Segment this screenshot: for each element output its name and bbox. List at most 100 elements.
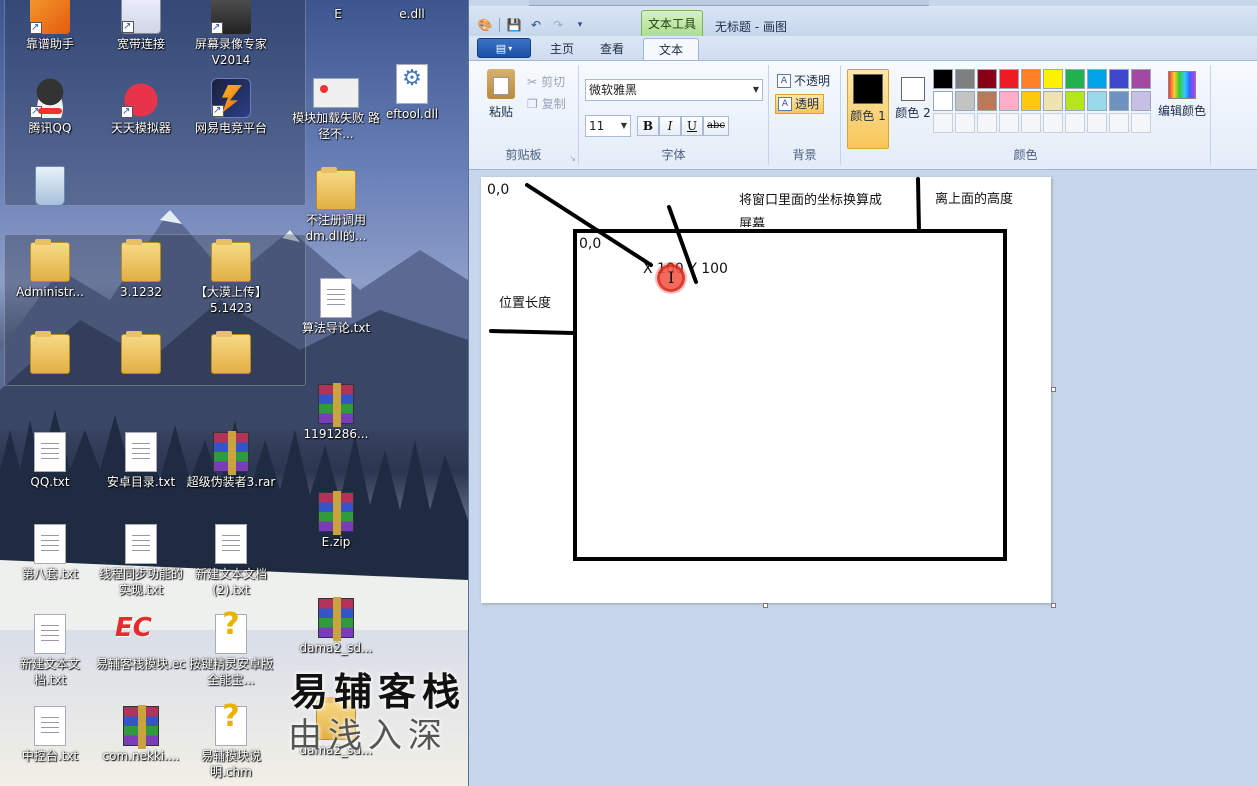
color-1-button[interactable]: 颜色 1 (847, 69, 889, 149)
palette-swatch[interactable] (1043, 69, 1063, 89)
redo-icon[interactable]: ↷ (550, 17, 566, 33)
palette-custom-slot[interactable] (977, 113, 997, 133)
strikethrough-button[interactable]: abc (703, 116, 729, 136)
palette-custom-slot[interactable] (1087, 113, 1107, 133)
desktop-icon-module-help-chm[interactable]: 易辅模块说明.chm (185, 706, 277, 780)
android-emulator-icon (121, 78, 161, 120)
palette-custom-slot[interactable] (999, 113, 1019, 133)
desktop-icon-e-dll[interactable]: e.dll (366, 0, 458, 22)
palette-swatch[interactable] (955, 91, 975, 111)
palette-custom-slot[interactable] (1043, 113, 1063, 133)
desktop-icon-broadband[interactable]: 宽带连接 (95, 0, 187, 52)
desktop-icon-screen-recorder[interactable]: 屏幕录像专家V2014 (185, 0, 277, 68)
palette-swatch[interactable] (1087, 91, 1107, 111)
desktop-icon-folder-b[interactable] (95, 331, 187, 376)
palette-swatch[interactable] (1109, 91, 1129, 111)
desktop-icon-dama2-rar[interactable]: dama2_sd... (290, 597, 382, 656)
tab-view[interactable]: 查看 (587, 38, 637, 60)
desktop-icon-tiantian[interactable]: 天天模拟器 (95, 78, 187, 136)
copy-button[interactable]: ❐ 复制 (527, 95, 566, 112)
desktop-icon-thread-sync-txt[interactable]: 线程同步功能的实现.txt (95, 524, 187, 598)
desktop-icon-eftool-dll[interactable]: eftool.dll (366, 64, 458, 122)
color-1-label: 颜色 1 (850, 109, 886, 123)
icon-label: 宽带连接 (116, 37, 165, 51)
edit-colors-button[interactable]: 编辑颜色 (1153, 71, 1211, 119)
desktop-icon-folder-3-1232[interactable]: 3.1232 (95, 239, 187, 300)
italic-button[interactable]: I (659, 116, 681, 136)
save-icon[interactable]: 💾 (506, 17, 522, 33)
desktop-icon-qq-txt[interactable]: QQ.txt (4, 432, 96, 490)
tab-text[interactable]: 文本 (643, 38, 699, 60)
desktop-icon-folder-c[interactable] (185, 331, 277, 376)
qq-penguin-icon (30, 78, 70, 120)
resize-handle-right[interactable] (1051, 387, 1056, 392)
zip-archive-icon (318, 491, 354, 535)
underline-button[interactable]: U (681, 116, 703, 136)
cut-button[interactable]: ✂ 剪切 (527, 73, 565, 90)
font-family-value: 微软雅黑 (589, 83, 638, 97)
drawing-canvas[interactable]: 0,0 将窗口里面的坐标换算成屏幕 离上面的高度 位置长度 0,0 X 100 … (481, 177, 1051, 603)
resize-handle-bottom[interactable] (763, 603, 768, 608)
palette-swatch[interactable] (933, 69, 953, 89)
palette-custom-slot[interactable] (1109, 113, 1129, 133)
paint-menu-button[interactable]: ▤ ▾ (477, 38, 531, 58)
palette-swatch[interactable] (1109, 69, 1129, 89)
background-group-label: 背景 (792, 148, 817, 162)
customize-toolbar-icon[interactable]: ▾ (572, 17, 588, 33)
desktop-icon-nekki-rar[interactable]: com.nekki.... (95, 705, 187, 764)
desktop-icon-diba-txt[interactable]: 第八套.txt (4, 524, 96, 582)
palette-swatch[interactable] (1043, 91, 1063, 111)
palette-swatch[interactable] (977, 69, 997, 89)
tab-home[interactable]: 主页 (537, 38, 587, 60)
desktop-icon-new-doc[interactable]: 新建文本文档.txt (4, 614, 96, 688)
palette-swatch[interactable] (977, 91, 997, 111)
palette-swatch[interactable] (1065, 69, 1085, 89)
palette-swatch[interactable] (999, 91, 1019, 111)
desktop-icon-folder-damo[interactable]: 【大漠上传】5.1423 (185, 239, 277, 316)
desktop-icon-android-dir[interactable]: 安卓目录.txt (95, 432, 187, 490)
color-2-button[interactable]: 颜色 2 (893, 69, 933, 149)
desktop-icon-folder-a[interactable] (4, 331, 96, 376)
desktop-icon-recycle-bin[interactable] (4, 166, 96, 208)
palette-swatch[interactable] (933, 91, 953, 111)
desktop-icon-e-zip[interactable]: E.zip (290, 491, 382, 550)
palette-custom-slot[interactable] (933, 113, 953, 133)
desktop-icon-rar-1[interactable]: 超级伪装者3.rar (185, 431, 277, 490)
desktop-icon-new-doc-2[interactable]: 新建文本文档 (2).txt (185, 524, 277, 598)
palette-swatch[interactable] (1065, 91, 1085, 111)
palette-swatch[interactable] (1021, 91, 1041, 111)
desktop-icon-administrator[interactable]: Administr... (4, 239, 96, 300)
paint-app-icon[interactable]: 🎨 (477, 17, 493, 33)
desktop-icon-ec-module[interactable]: 易辅客栈模块.ec (95, 614, 187, 672)
palette-swatch[interactable] (1021, 69, 1041, 89)
desktop-icon-console-txt[interactable]: 中控台.txt (4, 706, 96, 764)
desktop-icon-qq[interactable]: 腾讯QQ (4, 78, 96, 136)
palette-swatch[interactable] (999, 69, 1019, 89)
text-file-icon (125, 524, 157, 564)
font-family-select[interactable]: 微软雅黑 ▼ (585, 79, 763, 101)
palette-swatch[interactable] (1131, 69, 1151, 89)
desktop-icon-kaopu[interactable]: 靠谱助手 (4, 0, 96, 52)
opaque-option[interactable]: A 不透明 (775, 71, 834, 91)
desktop-icon-anjian-help[interactable]: 按键精灵安卓版全能宝... (185, 614, 277, 688)
stroke-left-length (489, 329, 575, 335)
undo-icon[interactable]: ↶ (528, 17, 544, 33)
bold-button[interactable]: B (637, 116, 659, 136)
palette-custom-slot[interactable] (955, 113, 975, 133)
desktop-icon-netease-esports[interactable]: 网易电竞平台 (185, 78, 277, 136)
palette-custom-slot[interactable] (1021, 113, 1041, 133)
menu-icon: ▤ (495, 41, 507, 55)
palette-custom-slot[interactable] (1131, 113, 1151, 133)
desktop-icon-algorithms-txt[interactable]: 算法导论.txt (290, 278, 382, 336)
palette-swatch[interactable] (955, 69, 975, 89)
paste-button[interactable]: 粘贴 (483, 69, 519, 120)
desktop-icon-dm-dll-folder[interactable]: 不注册调用dm.dll的... (290, 167, 382, 244)
palette-swatch[interactable] (1131, 91, 1151, 111)
resize-handle-corner[interactable] (1051, 603, 1056, 608)
transparent-option[interactable]: A 透明 (775, 94, 825, 114)
icon-label: 【大漠上传】5.1423 (194, 285, 267, 315)
palette-swatch[interactable] (1087, 69, 1107, 89)
desktop-icon-1191286-rar[interactable]: 1191286... (290, 383, 382, 442)
palette-custom-slot[interactable] (1065, 113, 1085, 133)
font-size-select[interactable]: 11 ▼ (585, 115, 631, 137)
